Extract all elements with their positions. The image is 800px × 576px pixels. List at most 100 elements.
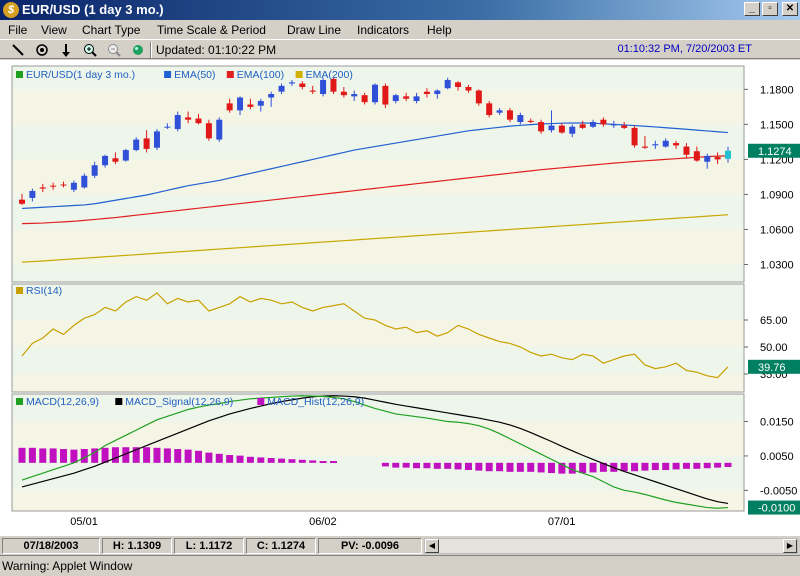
macd-hist-bar bbox=[693, 462, 701, 469]
close-button[interactable]: ✕ bbox=[782, 2, 798, 16]
chart-area[interactable]: EUR/USD(1 day 3 mo.) EMA(50) EMA(100) EMA(2… bbox=[0, 60, 800, 535]
menu-time-scale[interactable]: Time Scale & Period bbox=[157, 23, 266, 37]
zoom-out-icon[interactable] bbox=[106, 42, 122, 58]
macd-hist-bar bbox=[111, 447, 119, 463]
horizontal-scrollbar[interactable]: ◀ ▶ bbox=[424, 538, 798, 554]
menu-bar: File View Chart Type Time Scale & Period… bbox=[0, 20, 800, 39]
macd-hist-bar bbox=[257, 457, 265, 463]
macd-legend-swatch bbox=[257, 398, 265, 405]
macd-hist-bar bbox=[381, 462, 389, 467]
zoom-in-icon[interactable] bbox=[82, 42, 98, 58]
macd-hist-bar bbox=[527, 462, 535, 472]
macd-legend-label: MACD_Hist(12,26,9) bbox=[267, 396, 364, 408]
macd-hist-bar bbox=[195, 450, 202, 463]
macd-axis-tick-label: 0.0050 bbox=[760, 451, 794, 463]
candle-body bbox=[216, 119, 223, 140]
macd-hist-bar bbox=[672, 462, 680, 470]
scroll-right-icon[interactable]: ▶ bbox=[783, 539, 797, 553]
macd-hist-bar bbox=[143, 447, 151, 463]
toolbar-separator bbox=[150, 42, 152, 58]
macd-hist-bar bbox=[464, 462, 472, 471]
macd-hist-bar bbox=[392, 462, 400, 468]
macd-hist-bar bbox=[548, 462, 555, 474]
macd-hist-bar bbox=[174, 449, 182, 463]
candle-body bbox=[413, 96, 420, 102]
candle-body bbox=[309, 90, 316, 92]
menu-help[interactable]: Help bbox=[427, 23, 452, 37]
rsi-last-value-text: 39.76 bbox=[758, 362, 786, 374]
scroll-left-icon[interactable]: ◀ bbox=[425, 539, 439, 553]
status-high: H: 1.1309 bbox=[102, 538, 172, 554]
x-axis-label: 05/01 bbox=[70, 516, 98, 528]
rsi-panel-band bbox=[12, 347, 744, 374]
macd-hist-bar bbox=[215, 453, 223, 463]
macd-legend-swatch bbox=[115, 398, 123, 405]
menu-chart-type[interactable]: Chart Type bbox=[82, 23, 140, 37]
candle-body bbox=[506, 110, 513, 120]
candle-body bbox=[693, 151, 700, 161]
candle-body bbox=[600, 119, 607, 125]
macd-panel-band bbox=[12, 421, 744, 456]
macd-hist-bar bbox=[444, 462, 452, 469]
macd-hist-bar bbox=[329, 461, 337, 464]
minimize-button[interactable]: _ bbox=[744, 2, 760, 16]
arrow-down-icon[interactable] bbox=[58, 42, 74, 58]
draw-line-icon[interactable] bbox=[10, 42, 26, 58]
candle-body bbox=[60, 184, 67, 186]
candle-body bbox=[361, 95, 368, 103]
candle-body bbox=[517, 115, 524, 123]
status-close: C: 1.1274 bbox=[246, 538, 316, 554]
status-pv: PV: -0.0096 bbox=[318, 538, 422, 554]
candle-body bbox=[226, 103, 233, 111]
macd-hist-bar bbox=[205, 452, 213, 463]
macd-hist-bar bbox=[319, 461, 327, 464]
candle-body bbox=[465, 87, 472, 91]
macd-hist-bar bbox=[18, 447, 26, 463]
price-axis-tick-label: 1.0300 bbox=[760, 259, 794, 271]
candle-body bbox=[475, 90, 482, 104]
datetime-label: 01:10:32 PM, 7/20/2003 ET bbox=[617, 43, 752, 55]
macd-hist-bar bbox=[153, 447, 161, 463]
rsi-axis-tick-label: 65.00 bbox=[760, 315, 788, 327]
candle-body bbox=[579, 124, 586, 128]
macd-hist-bar bbox=[579, 462, 587, 474]
candle-body bbox=[621, 125, 628, 128]
price-axis-tick-label: 1.1500 bbox=[760, 119, 794, 131]
price-axis-tick-label: 1.0600 bbox=[760, 224, 794, 236]
rsi-panel-band bbox=[12, 374, 744, 392]
candle-body bbox=[548, 125, 555, 131]
x-axis-label: 06/02 bbox=[309, 516, 337, 528]
price-legend-label: EMA(100) bbox=[237, 69, 284, 81]
menu-file[interactable]: File bbox=[8, 23, 27, 37]
macd-hist-bar bbox=[298, 459, 306, 463]
candle-body bbox=[423, 91, 430, 95]
refresh-icon[interactable] bbox=[130, 42, 146, 58]
macd-hist-bar bbox=[682, 462, 690, 469]
macd-hist-bar bbox=[236, 455, 244, 463]
candle-body bbox=[50, 185, 57, 187]
menu-view[interactable]: View bbox=[41, 23, 67, 37]
candle-body bbox=[382, 85, 389, 105]
candle-body bbox=[610, 124, 617, 126]
restore-button[interactable]: ▫ bbox=[762, 2, 778, 16]
candle-body bbox=[174, 115, 181, 130]
price-legend-swatch bbox=[295, 71, 303, 78]
macd-panel-band bbox=[12, 490, 744, 511]
macd-axis-tick-label: -0.0050 bbox=[760, 485, 797, 497]
chart-svg[interactable]: EUR/USD(1 day 3 mo.) EMA(50) EMA(100) EMA(2… bbox=[0, 60, 800, 535]
candle-body bbox=[320, 80, 327, 95]
menu-draw-line[interactable]: Draw Line bbox=[287, 23, 341, 37]
candle-body bbox=[704, 155, 711, 162]
macd-hist-bar bbox=[28, 447, 36, 463]
candle-body bbox=[486, 103, 493, 116]
macd-hist-bar bbox=[39, 448, 47, 463]
price-legend-swatch bbox=[226, 71, 234, 78]
menu-indicators[interactable]: Indicators bbox=[357, 23, 409, 37]
macd-hist-bar bbox=[631, 462, 639, 472]
rsi-panel-band bbox=[12, 284, 744, 320]
crosshair-icon[interactable] bbox=[34, 42, 50, 58]
macd-hist-bar bbox=[516, 462, 524, 472]
candle-body bbox=[133, 139, 140, 151]
price-legend-swatch bbox=[164, 71, 172, 78]
candle-body bbox=[112, 158, 119, 162]
